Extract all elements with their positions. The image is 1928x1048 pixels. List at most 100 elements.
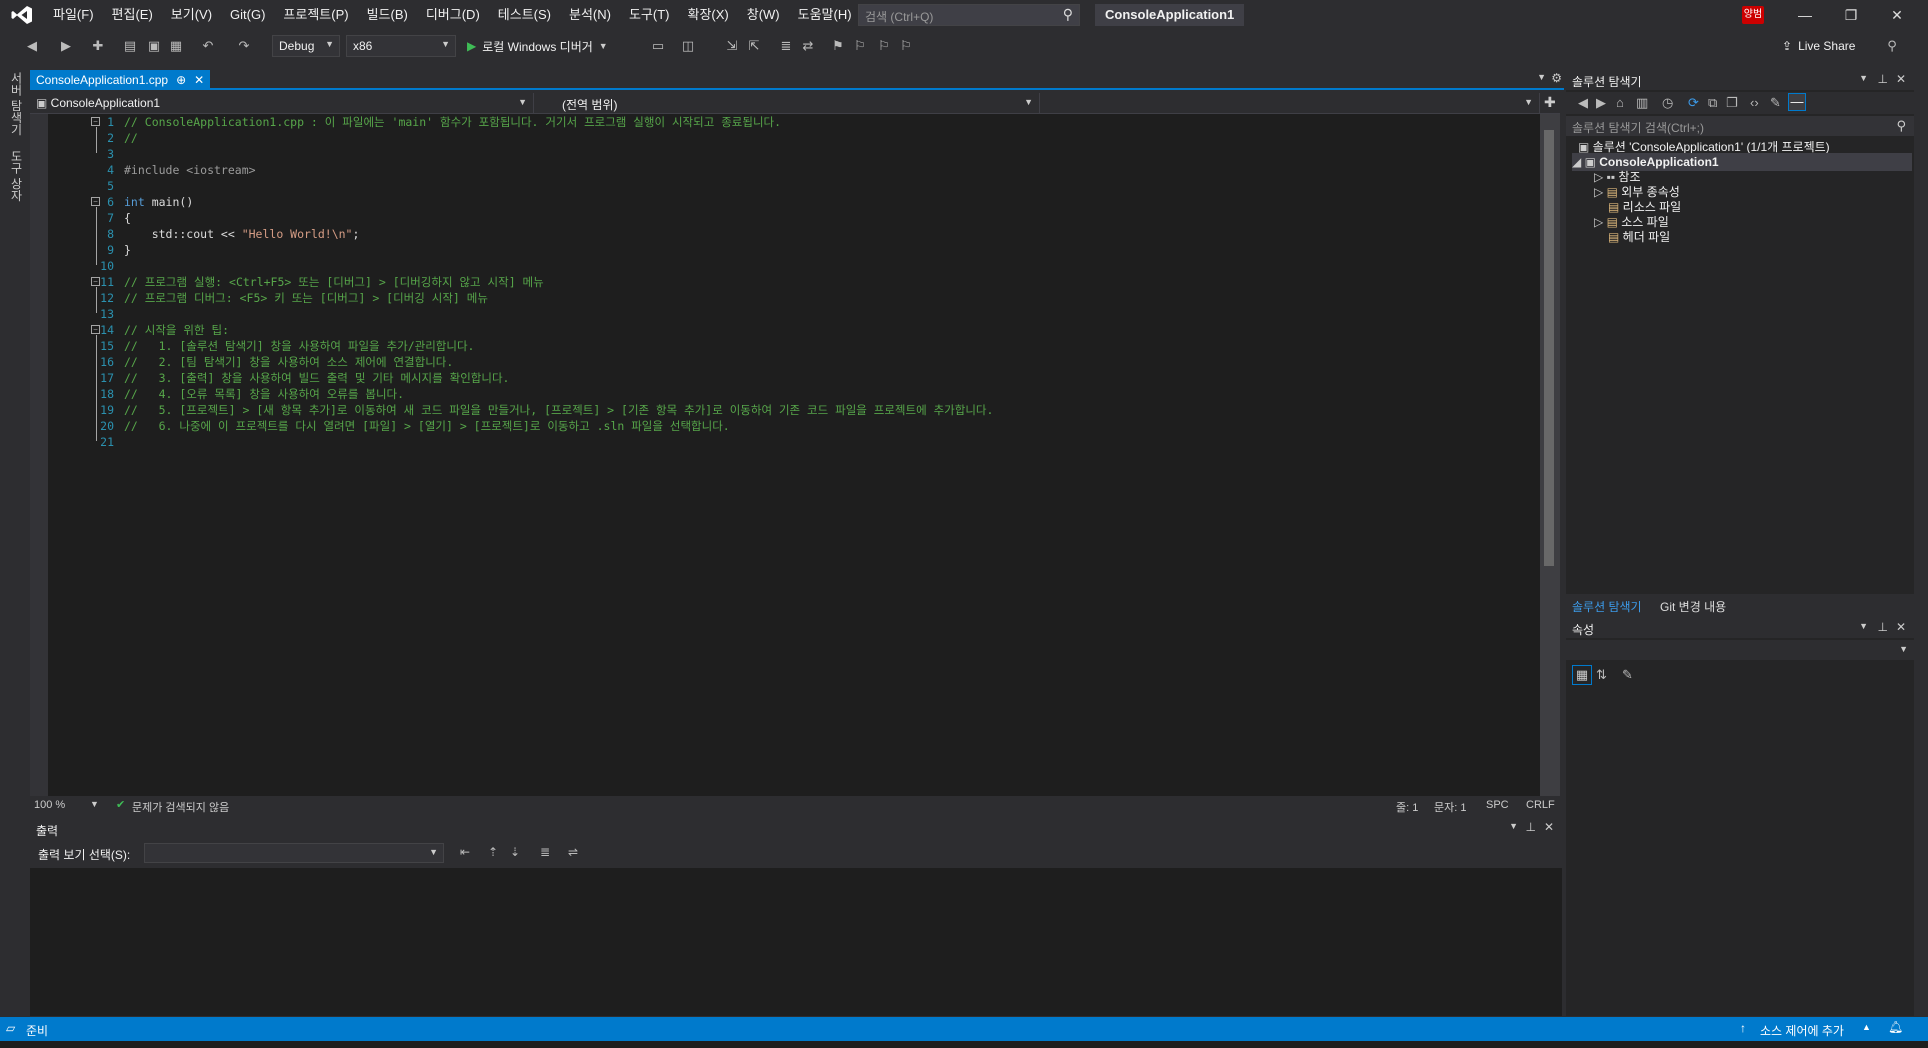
collapse-all-icon[interactable]: ⧉ <box>1708 95 1717 111</box>
feedback-icon[interactable]: ⚲ <box>1884 38 1900 54</box>
close-panel-icon[interactable]: ✕ <box>1896 620 1906 634</box>
code-line[interactable]: // ConsoleApplication1.cpp : 이 파일에는 'mai… <box>124 114 781 130</box>
save-all-icon[interactable]: ▦ <box>168 38 184 54</box>
bookmark-icon[interactable]: ⚑ <box>830 38 846 54</box>
code-line[interactable]: // 시작을 위한 팁: <box>124 322 229 338</box>
close-window-icon[interactable]: ✕ <box>1874 0 1920 30</box>
code-line[interactable]: // 6. 나중에 이 프로젝트를 다시 열려면 [파일] > [열기] > [… <box>124 418 730 434</box>
code-line[interactable]: // 프로그램 디버그: <F5> 키 또는 [디버그] > [디버깅 시작] … <box>124 290 488 306</box>
fold-toggle-icon[interactable]: − <box>91 197 100 206</box>
fold-toggle-icon[interactable]: − <box>91 277 100 286</box>
menu-item[interactable]: 분석(N) <box>560 0 620 30</box>
user-avatar[interactable]: 양범 <box>1742 6 1764 24</box>
undo-icon[interactable]: ↶ <box>200 38 216 54</box>
tab-consoleapplication1-cpp[interactable]: ConsoleApplication1.cpp ⊕ ✕ <box>30 70 211 90</box>
prev-bookmark-icon[interactable]: ⚐ <box>852 38 868 54</box>
configuration-dropdown[interactable]: Debug ▼ <box>272 35 340 57</box>
menu-item[interactable]: 빌드(B) <box>358 0 417 30</box>
sync-icon[interactable]: ⟳ <box>1688 95 1699 111</box>
word-wrap-icon[interactable]: ⇌ <box>568 845 578 859</box>
scope-dropdown[interactable]: (전역 범위) ▼ <box>536 93 1040 113</box>
menu-item[interactable]: 디버그(D) <box>417 0 489 30</box>
step-over-icon[interactable]: ⇱ <box>746 38 762 54</box>
pending-changes-icon[interactable]: ◷ <box>1662 95 1673 111</box>
code-area[interactable]: 1 // ConsoleApplication1.cpp : 이 파일에는 'ma… <box>30 114 1540 796</box>
code-line[interactable]: // 3. [출력] 창을 사용하여 빌드 출력 및 기타 메시지를 확인합니다… <box>124 370 509 386</box>
next-bookmark-icon[interactable]: ⚐ <box>876 38 892 54</box>
menu-item[interactable]: 도구(T) <box>620 0 679 30</box>
open-file-icon[interactable]: ▤ <box>122 38 138 54</box>
view-code-icon[interactable]: ‹› <box>1750 95 1759 110</box>
window-position-icon[interactable]: ▼ <box>1859 621 1868 631</box>
code-line[interactable]: // 1. [솔루션 탐색기] 창을 사용하여 파일을 추가/관리합니다. <box>124 338 474 354</box>
settings-icon[interactable]: ⚙ <box>1551 71 1562 85</box>
menu-item[interactable]: Git(G) <box>221 0 274 30</box>
code-line[interactable]: // 프로그램 실행: <Ctrl+F5> 또는 [디버그] > [디버깅하지 … <box>124 274 544 290</box>
zoom-level[interactable]: 100 % <box>34 799 65 811</box>
fold-toggle-icon[interactable]: − <box>91 325 100 334</box>
switch-views-icon[interactable]: ▥ <box>1636 95 1648 111</box>
menu-item[interactable]: 보기(V) <box>162 0 221 30</box>
forward-icon[interactable]: ▶ <box>58 38 74 54</box>
line-ending-indicator[interactable]: CRLF <box>1526 799 1555 811</box>
pin-panel-icon[interactable]: ⊥ <box>1526 820 1536 834</box>
save-icon[interactable]: ▣ <box>146 38 162 54</box>
platform-dropdown[interactable]: x86 ▼ <box>346 35 456 57</box>
code-line[interactable]: // 5. [프로젝트] > [새 항목 추가]로 이동하여 새 코드 파일을 … <box>124 402 993 418</box>
menu-item[interactable]: 도움말(H) <box>789 0 861 30</box>
indent-icon[interactable]: ≣ <box>778 38 794 54</box>
server-explorer-tab[interactable]: 서버 탐색기 <box>8 72 25 135</box>
project-dropdown[interactable]: ▣ ConsoleApplication1 ▼ <box>30 93 534 113</box>
code-line[interactable]: int main() <box>124 194 193 210</box>
output-source-dropdown[interactable]: ▼ <box>144 843 444 863</box>
tree-item-header-files[interactable]: ▤ 헤더 파일 <box>1608 228 1670 246</box>
issues-status[interactable]: 문제가 검색되지 않음 <box>132 799 229 815</box>
code-line[interactable]: { <box>124 210 131 226</box>
back-icon[interactable]: ◀ <box>1578 95 1588 111</box>
redo-icon[interactable]: ↷ <box>236 38 252 54</box>
member-dropdown[interactable]: ▼ <box>1042 93 1540 113</box>
prev-message-icon[interactable]: ⇡ <box>488 845 498 859</box>
clear-all-icon[interactable]: ≣ <box>540 845 550 859</box>
properties-icon[interactable]: ✎ <box>1770 95 1781 111</box>
tab-solution-explorer[interactable]: 솔루션 탐색기 <box>1572 598 1642 615</box>
close-tab-icon[interactable]: ✕ <box>194 73 204 87</box>
show-all-files-icon[interactable]: ❐ <box>1726 95 1738 111</box>
menu-item[interactable]: 편집(E) <box>103 0 162 30</box>
tab-list-icon[interactable]: ▼ <box>1537 72 1546 82</box>
start-debugging-button[interactable]: ▶ 로컬 Windows 디버거 ▼ <box>463 35 612 57</box>
window-position-icon[interactable]: ▼ <box>1509 821 1518 831</box>
clear-bookmark-icon[interactable]: ⚐ <box>898 38 914 54</box>
forward-icon[interactable]: ▶ <box>1596 95 1606 111</box>
new-project-icon[interactable]: ✚ <box>90 38 106 54</box>
add-to-source-control-button[interactable]: 소스 제어에 추가 <box>1760 1022 1844 1039</box>
find-message-icon[interactable]: ⇤ <box>460 845 470 859</box>
code-line[interactable]: std::cout << "Hello World!\n"; <box>124 226 360 242</box>
code-editor[interactable]: 1 // ConsoleApplication1.cpp : 이 파일에는 'ma… <box>30 114 1560 796</box>
preview-icon[interactable]: — <box>1788 93 1806 111</box>
categorized-icon[interactable]: ▦ <box>1572 665 1592 685</box>
menu-item[interactable]: 테스트(S) <box>489 0 560 30</box>
toolbox-tab[interactable]: 도구 상자 <box>8 150 25 201</box>
whitespace-indicator[interactable]: SPC <box>1486 799 1509 811</box>
fold-toggle-icon[interactable]: − <box>91 117 100 126</box>
menu-item[interactable]: 창(W) <box>738 0 789 30</box>
tab-git-changes[interactable]: Git 변경 내용 <box>1660 598 1726 615</box>
close-panel-icon[interactable]: ✕ <box>1544 820 1554 834</box>
split-icon[interactable]: ✚ <box>1544 94 1556 111</box>
menu-item[interactable]: 프로젝트(P) <box>274 0 357 30</box>
code-line[interactable]: // <box>124 130 138 146</box>
menu-item[interactable]: 확장(X) <box>679 0 738 30</box>
notifications-icon[interactable]: 🔔︎ <box>1888 1020 1903 1034</box>
back-icon[interactable]: ◀ <box>24 38 40 54</box>
pin-icon[interactable]: ⊕ <box>176 73 186 87</box>
comment-icon[interactable]: ⇄ <box>800 38 816 54</box>
search-input[interactable]: 검색 (Ctrl+Q) ⚲ <box>858 4 1080 26</box>
step-icon[interactable]: ⇲ <box>724 38 740 54</box>
solution-search-input[interactable]: 솔루션 탐색기 검색(Ctrl+;) ⚲ <box>1566 116 1914 136</box>
next-message-icon[interactable]: ⇣ <box>510 845 520 859</box>
live-share-button[interactable]: ⇪ Live Share <box>1782 35 1855 57</box>
folder-icon[interactable]: ▭ <box>650 38 666 54</box>
pin-panel-icon[interactable]: ⊥ <box>1878 72 1888 86</box>
pin-panel-icon[interactable]: ⊥ <box>1878 620 1888 634</box>
